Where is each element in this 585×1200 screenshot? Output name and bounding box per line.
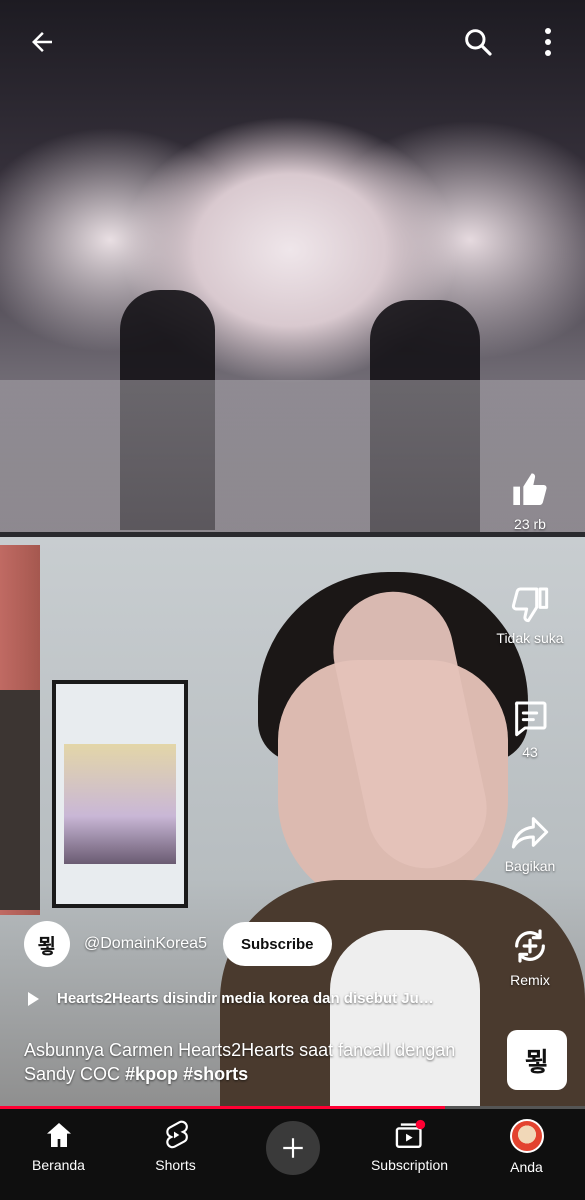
video-frame-top	[0, 0, 585, 532]
nav-you-label: Anda	[510, 1159, 543, 1175]
nav-shorts-label: Shorts	[155, 1157, 196, 1173]
thumb-down-icon	[511, 587, 549, 623]
shorts-icon	[165, 1120, 188, 1149]
hashtag-link[interactable]: #shorts	[183, 1064, 248, 1084]
subscribe-button[interactable]: Subscribe	[222, 922, 332, 966]
dislike-label: Tidak suka	[496, 630, 564, 646]
dislike-button[interactable]: Tidak suka	[475, 584, 585, 646]
back-button[interactable]	[22, 22, 62, 62]
create-button[interactable]	[265, 1121, 320, 1175]
nav-you[interactable]: Anda	[468, 1109, 585, 1200]
like-button[interactable]: 23 rb	[475, 470, 585, 532]
search-button[interactable]	[458, 22, 498, 62]
channel-row: 묗 @DomainKorea5 Subscribe	[24, 921, 332, 967]
profile-avatar	[509, 1119, 544, 1153]
home-icon	[46, 1123, 71, 1147]
remix-button[interactable]: Remix	[475, 926, 585, 988]
nav-home-label: Beranda	[32, 1157, 85, 1173]
play-icon	[28, 991, 39, 1006]
comments-button[interactable]: 43	[475, 698, 585, 760]
nav-subscriptions[interactable]: Subscription	[351, 1109, 468, 1200]
wall-poster	[52, 680, 188, 908]
plus-icon	[282, 1138, 303, 1158]
sound-thumbnail[interactable]: 묗	[507, 1030, 567, 1090]
nav-shorts[interactable]: Shorts	[117, 1109, 234, 1200]
remix-icon	[515, 929, 545, 963]
hashtag-link[interactable]: #kpop	[125, 1064, 178, 1084]
bottom-navigation: Beranda Shorts Subscription Anda	[0, 1109, 585, 1200]
remix-label: Remix	[510, 972, 550, 988]
nav-subscriptions-label: Subscription	[370, 1157, 449, 1173]
like-count: 23 rb	[514, 516, 546, 532]
channel-handle[interactable]: @DomainKorea5	[84, 935, 207, 953]
video-caption[interactable]: Asbunnya Carmen Hearts2Hearts saat fanca…	[24, 1038, 484, 1086]
poster-image	[64, 744, 176, 864]
comment-count: 43	[522, 744, 538, 760]
video-shape	[0, 690, 40, 910]
share-label: Bagikan	[504, 858, 556, 874]
more-vertical-icon	[545, 28, 551, 56]
arrow-left-icon	[32, 32, 52, 52]
thumb-up-icon	[513, 473, 547, 505]
channel-avatar[interactable]: 묗	[24, 921, 70, 967]
comment-icon	[514, 701, 547, 737]
related-video-title: Hearts2Hearts disindir media korea dan d…	[57, 990, 434, 1007]
share-icon	[511, 817, 549, 849]
more-options-button[interactable]	[532, 22, 564, 62]
related-video-link[interactable]: Hearts2Hearts disindir media korea dan d…	[28, 990, 488, 1007]
nav-home[interactable]: Beranda	[0, 1109, 117, 1200]
share-button[interactable]: Bagikan	[475, 812, 585, 874]
subscriptions-icon	[395, 1119, 425, 1148]
search-icon	[465, 29, 492, 56]
nav-create[interactable]	[234, 1109, 351, 1200]
